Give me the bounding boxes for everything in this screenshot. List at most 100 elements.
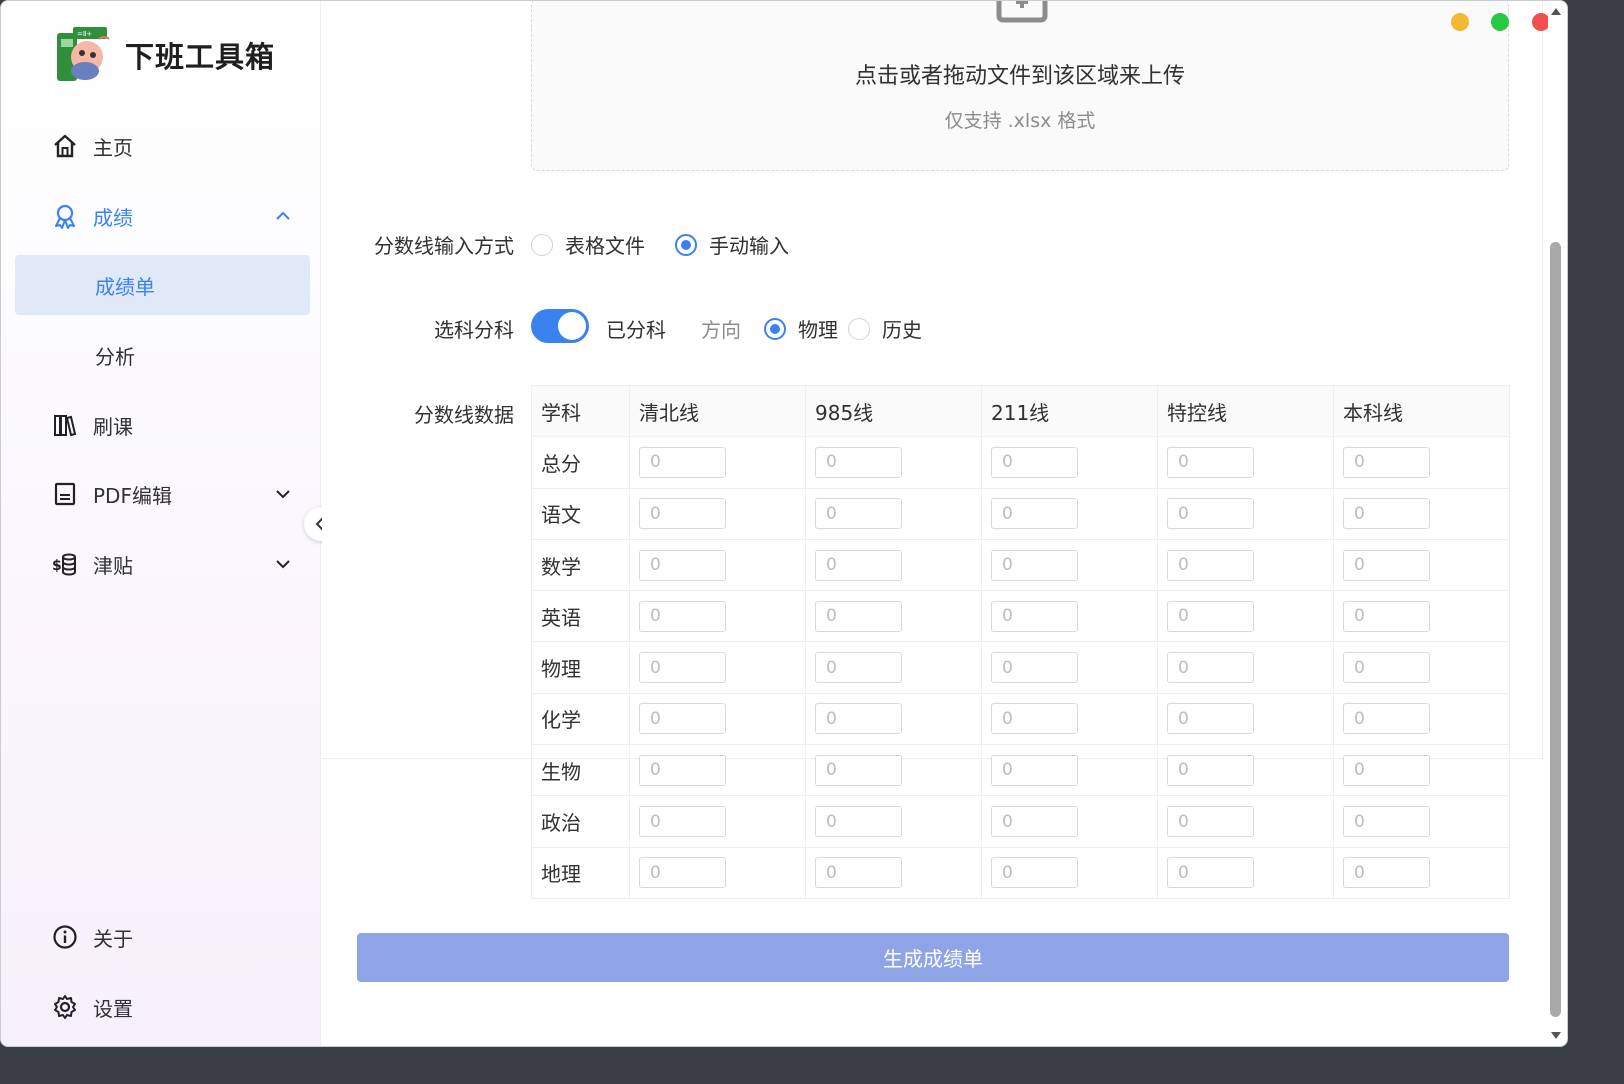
score-cell: 0 — [981, 487, 1158, 540]
table-row: 物理 0 0 0 0 0 — [531, 641, 1510, 694]
score-cell: 0 — [629, 692, 806, 746]
radio-physics[interactable]: 物理 — [764, 314, 838, 343]
score-input[interactable]: 0 — [815, 498, 902, 530]
score-input[interactable]: 0 — [1167, 806, 1254, 838]
toggle-knob — [558, 312, 586, 340]
score-input[interactable]: 0 — [639, 652, 726, 684]
subject-cell: 政治 — [531, 795, 630, 848]
score-cell: 0 — [629, 795, 806, 848]
sidebar-item-label: 津贴 — [93, 553, 133, 578]
sidebar-item-scores[interactable]: 成绩 — [1, 186, 321, 246]
sidebar-item-pdf-edit[interactable]: PDF编辑 — [1, 464, 321, 524]
score-input[interactable]: 0 — [639, 549, 726, 581]
radio-dot — [848, 317, 870, 340]
score-cell: 0 — [1333, 436, 1510, 489]
score-input[interactable]: 0 — [1343, 549, 1430, 581]
score-input[interactable]: 0 — [991, 549, 1078, 581]
score-input[interactable]: 0 — [639, 806, 726, 838]
score-cell: 0 — [981, 538, 1158, 592]
table-row: 政治 0 0 0 0 0 — [531, 795, 1510, 848]
scroll-down-arrow-icon[interactable] — [1550, 1030, 1562, 1042]
score-input[interactable]: 0 — [639, 857, 726, 889]
input-mode-label: 分数线输入方式 — [374, 234, 514, 258]
score-input[interactable]: 0 — [1343, 498, 1430, 530]
main-content: 点击或者拖动文件到该区域来上传 仅支持 .xlsx 格式 分数线输入方式 表格文… — [322, 1, 1548, 1046]
score-input[interactable]: 0 — [991, 446, 1078, 478]
svg-text:=Ⅱ+: =Ⅱ+ — [77, 30, 92, 38]
score-cell: 0 — [1333, 538, 1510, 592]
score-cell: 0 — [1157, 846, 1334, 899]
sidebar-item-settings[interactable]: 设置 — [1, 977, 321, 1037]
chevron-up-icon — [276, 211, 290, 220]
subject-split-label: 选科分科 — [434, 318, 514, 342]
score-cell: 0 — [981, 641, 1158, 694]
table-row: 数学 0 0 0 0 0 — [531, 538, 1510, 592]
score-input[interactable]: 0 — [1167, 703, 1254, 735]
table-row: 英语 0 0 0 0 0 — [531, 590, 1510, 643]
score-input[interactable]: 0 — [815, 600, 902, 632]
upload-dropzone[interactable]: 点击或者拖动文件到该区域来上传 仅支持 .xlsx 格式 — [531, 1, 1509, 171]
score-input[interactable]: 0 — [991, 703, 1078, 735]
score-input[interactable]: 0 — [639, 600, 726, 632]
table-row: 生物 0 0 0 0 0 — [531, 744, 1510, 797]
award-icon — [55, 204, 75, 229]
subject-split-toggle[interactable] — [531, 309, 589, 343]
score-cell: 0 — [629, 538, 806, 592]
sidebar-item-report-card[interactable]: 成绩单 — [15, 255, 310, 315]
score-input[interactable]: 0 — [815, 806, 902, 838]
score-input[interactable]: 0 — [1167, 857, 1254, 889]
scrollbar-thumb[interactable] — [1550, 242, 1561, 1017]
score-input[interactable]: 0 — [1167, 754, 1254, 786]
score-cell: 0 — [1333, 487, 1510, 540]
score-input[interactable]: 0 — [639, 446, 726, 478]
score-input[interactable]: 0 — [1167, 549, 1254, 581]
score-input[interactable]: 0 — [1343, 652, 1430, 684]
score-input[interactable]: 0 — [991, 600, 1078, 632]
score-input[interactable]: 0 — [1167, 498, 1254, 530]
score-input[interactable]: 0 — [991, 754, 1078, 786]
sidebar-item-home[interactable]: 主页 — [1, 116, 321, 176]
score-input[interactable]: 0 — [815, 549, 902, 581]
sidebar-item-analysis[interactable]: 分析 — [15, 325, 310, 385]
radio-manual-input[interactable]: 手动输入 — [675, 230, 789, 259]
maximize-button[interactable] — [1491, 13, 1509, 31]
score-input[interactable]: 0 — [815, 446, 902, 478]
money-icon: $ — [52, 553, 76, 576]
score-input[interactable]: 0 — [1167, 600, 1254, 632]
score-input[interactable]: 0 — [1343, 703, 1430, 735]
score-input[interactable]: 0 — [991, 806, 1078, 838]
score-input[interactable]: 0 — [1343, 754, 1430, 786]
radio-spreadsheet-file[interactable]: 表格文件 — [531, 230, 645, 259]
score-cell: 0 — [805, 846, 982, 899]
score-input[interactable]: 0 — [639, 703, 726, 735]
sidebar-item-courses[interactable]: 刷课 — [1, 395, 321, 455]
score-input[interactable]: 0 — [1167, 652, 1254, 684]
score-input[interactable]: 0 — [815, 857, 902, 889]
sidebar-item-allowance[interactable]: $ 津贴 — [1, 534, 321, 594]
score-input[interactable]: 0 — [991, 857, 1078, 889]
score-input[interactable]: 0 — [991, 498, 1078, 530]
score-input[interactable]: 0 — [1343, 446, 1430, 478]
score-cell: 0 — [805, 692, 982, 746]
score-input[interactable]: 0 — [815, 754, 902, 786]
score-input[interactable]: 0 — [815, 703, 902, 735]
score-cell: 0 — [805, 795, 982, 848]
radio-dot — [764, 317, 786, 340]
scroll-up-arrow-icon[interactable] — [1550, 5, 1562, 17]
score-input[interactable]: 0 — [815, 652, 902, 684]
score-input[interactable]: 0 — [1167, 446, 1254, 478]
table-header-row: 学科 清北线 985线 211线 特控线 本科线 — [531, 384, 1510, 438]
score-input[interactable]: 0 — [639, 754, 726, 786]
score-input[interactable]: 0 — [639, 498, 726, 530]
score-input[interactable]: 0 — [991, 652, 1078, 684]
score-input[interactable]: 0 — [1343, 600, 1430, 632]
score-input[interactable]: 0 — [1343, 857, 1430, 889]
upload-icon — [996, 1, 1048, 23]
radio-history[interactable]: 历史 — [848, 314, 922, 343]
sidebar-item-about[interactable]: 关于 — [1, 907, 321, 967]
minimize-button[interactable] — [1451, 13, 1469, 31]
score-input[interactable]: 0 — [1343, 806, 1430, 838]
generate-report-button[interactable]: 生成成绩单 — [357, 933, 1509, 982]
card-border — [1542, 1, 1543, 759]
score-cell: 0 — [629, 487, 806, 540]
